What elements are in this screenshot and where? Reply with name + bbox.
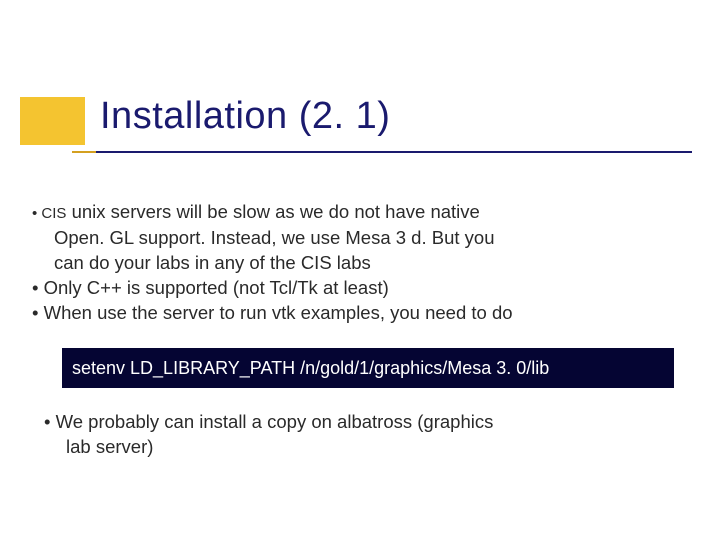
title-accent-block	[20, 97, 85, 145]
bullet-1-rest: unix servers will be slow as we do not h…	[66, 201, 479, 222]
content-area: • CIS unix servers will be slow as we do…	[32, 200, 688, 460]
bullet-1-line-1: • CIS unix servers will be slow as we do…	[32, 200, 688, 225]
bullet-1-line-3: can do your labs in any of the CIS labs	[32, 251, 688, 276]
title-underline-accent	[72, 151, 96, 153]
title-underline	[72, 151, 692, 153]
slide-title: Installation (2. 1)	[100, 95, 390, 138]
bullet-2: • Only C++ is supported (not Tcl/Tk at l…	[32, 276, 688, 301]
bullet-4-line-1: • We probably can install a copy on alba…	[44, 410, 688, 435]
bullet-4-line-2: lab server)	[66, 435, 688, 460]
bullet-1-prefix: • CIS	[32, 205, 66, 222]
code-command: setenv LD_LIBRARY_PATH /n/gold/1/graphic…	[62, 348, 674, 388]
bullet-1-line-2: Open. GL support. Instead, we use Mesa 3…	[32, 226, 688, 251]
bullet-3: • When use the server to run vtk example…	[32, 301, 688, 326]
title-area: Installation (2. 1)	[20, 95, 700, 175]
